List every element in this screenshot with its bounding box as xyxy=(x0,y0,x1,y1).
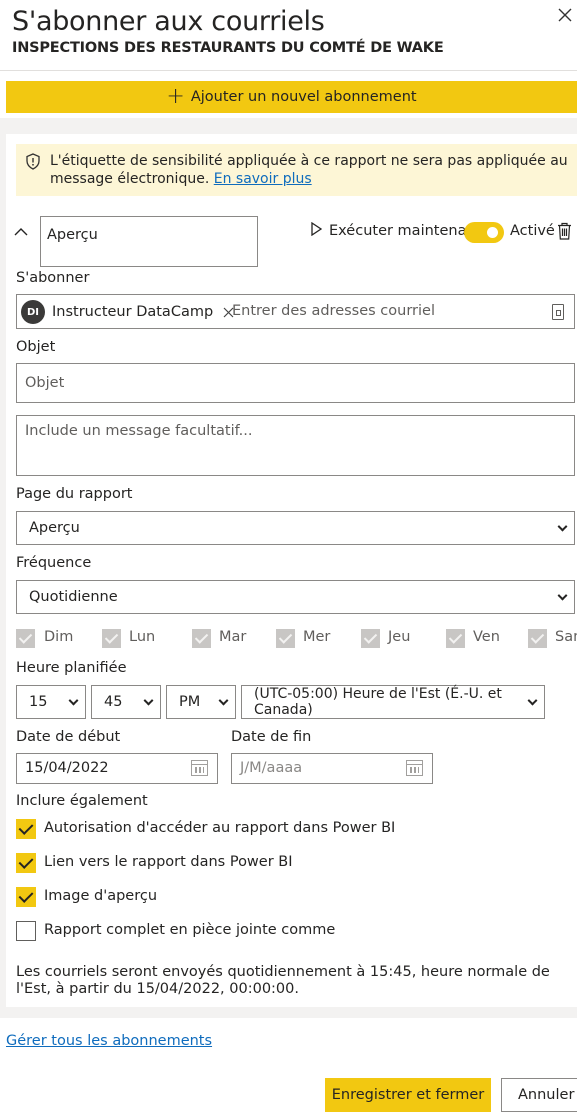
day-checkbox-mar xyxy=(192,629,211,648)
delete-icon[interactable] xyxy=(557,222,573,242)
play-icon xyxy=(311,221,323,240)
recipient-chip[interactable]: DI Instructeur DataCamp xyxy=(21,299,234,325)
hour-value: 15 xyxy=(29,694,48,710)
frequency-value: Quotidienne xyxy=(29,589,118,605)
chevron-down-icon xyxy=(143,695,154,706)
day-label-mar: Mar xyxy=(219,629,247,645)
subscription-name-field[interactable]: Aperçu xyxy=(40,216,258,267)
start-date-value: 15/04/2022 xyxy=(25,760,109,776)
day-checkbox-sam xyxy=(528,629,547,648)
schedule-summary: Les courriels seront envoyés quotidienne… xyxy=(16,964,550,997)
day-label-jeu: Jeu xyxy=(388,629,411,645)
day-label-lun: Lun xyxy=(129,629,156,645)
include-checkbox-preview[interactable] xyxy=(16,887,36,907)
include-label: Inclure également xyxy=(16,793,148,809)
include-checkbox-access[interactable] xyxy=(16,819,36,839)
add-subscription-label: Ajouter un nouvel abonnement xyxy=(190,89,417,105)
day-label-dim: Dim xyxy=(44,629,74,645)
day-checkbox-lun xyxy=(102,629,121,648)
chevron-down-icon xyxy=(557,590,568,601)
toggle-knob xyxy=(487,227,498,238)
avatar: DI xyxy=(21,300,45,324)
schedule-label: Heure planifiée xyxy=(16,660,127,676)
recipients-field[interactable]: DI Instructeur DataCamp Entrer des adres… xyxy=(16,294,575,329)
dialog-title: S'abonner aux courriels xyxy=(12,6,325,37)
learn-more-link[interactable]: En savoir plus xyxy=(214,171,312,187)
frequency-label: Fréquence xyxy=(16,555,92,571)
plus-icon: + xyxy=(166,84,185,109)
sensitivity-notice: L'étiquette de sensibilité appliquée à c… xyxy=(16,144,577,196)
save-and-close-button[interactable]: Enregistrer et fermer xyxy=(325,1078,491,1112)
shield-icon xyxy=(25,153,41,174)
calendar-icon[interactable] xyxy=(406,760,423,776)
minute-value: 45 xyxy=(104,694,123,710)
day-checkbox-dim xyxy=(16,629,35,648)
include-label-attachment: Rapport complet en pièce jointe comme xyxy=(44,922,336,938)
frequency-select[interactable]: Quotidienne xyxy=(16,580,575,614)
start-date-label: Date de début xyxy=(16,729,121,745)
subject-label: Objet xyxy=(16,339,56,355)
message-input[interactable]: Include un message facultatif... xyxy=(16,415,575,476)
active-toggle[interactable] xyxy=(464,222,504,243)
manage-subscriptions-link[interactable]: Gérer tous les abonnements xyxy=(6,1033,212,1049)
chevron-down-icon xyxy=(557,521,568,532)
include-checkbox-attachment[interactable] xyxy=(16,921,36,941)
end-date-input[interactable]: J/M/aaaa xyxy=(231,753,433,784)
include-label-preview: Image d'aperçu xyxy=(44,888,158,904)
run-now-label: Exécuter maintenant xyxy=(329,223,482,239)
include-label-link: Lien vers le rapport dans Power BI xyxy=(44,854,293,870)
add-subscription-button[interactable]: + Ajouter un nouvel abonnement xyxy=(6,81,577,113)
close-icon[interactable] xyxy=(555,6,575,26)
report-page-value: Aperçu xyxy=(29,520,80,536)
active-label: Activé xyxy=(510,223,555,239)
hour-select[interactable]: 15 xyxy=(16,685,86,719)
day-checkbox-ven xyxy=(446,629,465,648)
end-date-label: Date de fin xyxy=(231,729,312,745)
day-label-mer: Mer xyxy=(303,629,331,645)
subscribe-label: S'abonner xyxy=(16,270,90,286)
report-page-select[interactable]: Aperçu xyxy=(16,511,575,545)
divider xyxy=(0,70,577,71)
address-book-icon[interactable] xyxy=(552,304,564,320)
include-label-access: Autorisation d'accéder au rapport dans P… xyxy=(44,820,396,836)
day-checkbox-jeu xyxy=(361,629,380,648)
run-now-button[interactable]: Exécuter maintenant xyxy=(311,221,482,240)
subject-input[interactable]: Objet xyxy=(16,363,575,403)
report-page-label: Page du rapport xyxy=(16,486,133,502)
end-date-placeholder: J/M/aaaa xyxy=(240,760,303,776)
include-checkbox-link[interactable] xyxy=(16,853,36,873)
timezone-value: (UTC-05:00) Heure de l'Est (É.-U. et Can… xyxy=(254,686,502,718)
recipients-placeholder: Entrer des adresses courriel xyxy=(232,303,435,319)
recipient-name: Instructeur DataCamp xyxy=(52,304,214,320)
start-date-input[interactable]: 15/04/2022 xyxy=(16,753,218,784)
report-name: INSPECTIONS DES RESTAURANTS DU COMTÉ DE … xyxy=(12,40,444,56)
collapse-icon[interactable] xyxy=(14,222,32,236)
chevron-down-icon xyxy=(218,695,229,706)
timezone-select[interactable]: (UTC-05:00) Heure de l'Est (É.-U. et Can… xyxy=(241,685,545,719)
minute-select[interactable]: 45 xyxy=(91,685,161,719)
day-label-ven: Ven xyxy=(473,629,500,645)
cancel-button[interactable]: Annuler xyxy=(501,1078,577,1112)
period-value: PM xyxy=(179,694,201,710)
calendar-icon[interactable] xyxy=(191,760,208,776)
chevron-down-icon xyxy=(68,695,79,706)
day-checkbox-mer xyxy=(276,629,295,648)
day-label-sam: Sam xyxy=(555,629,577,645)
period-select[interactable]: PM xyxy=(166,685,236,719)
